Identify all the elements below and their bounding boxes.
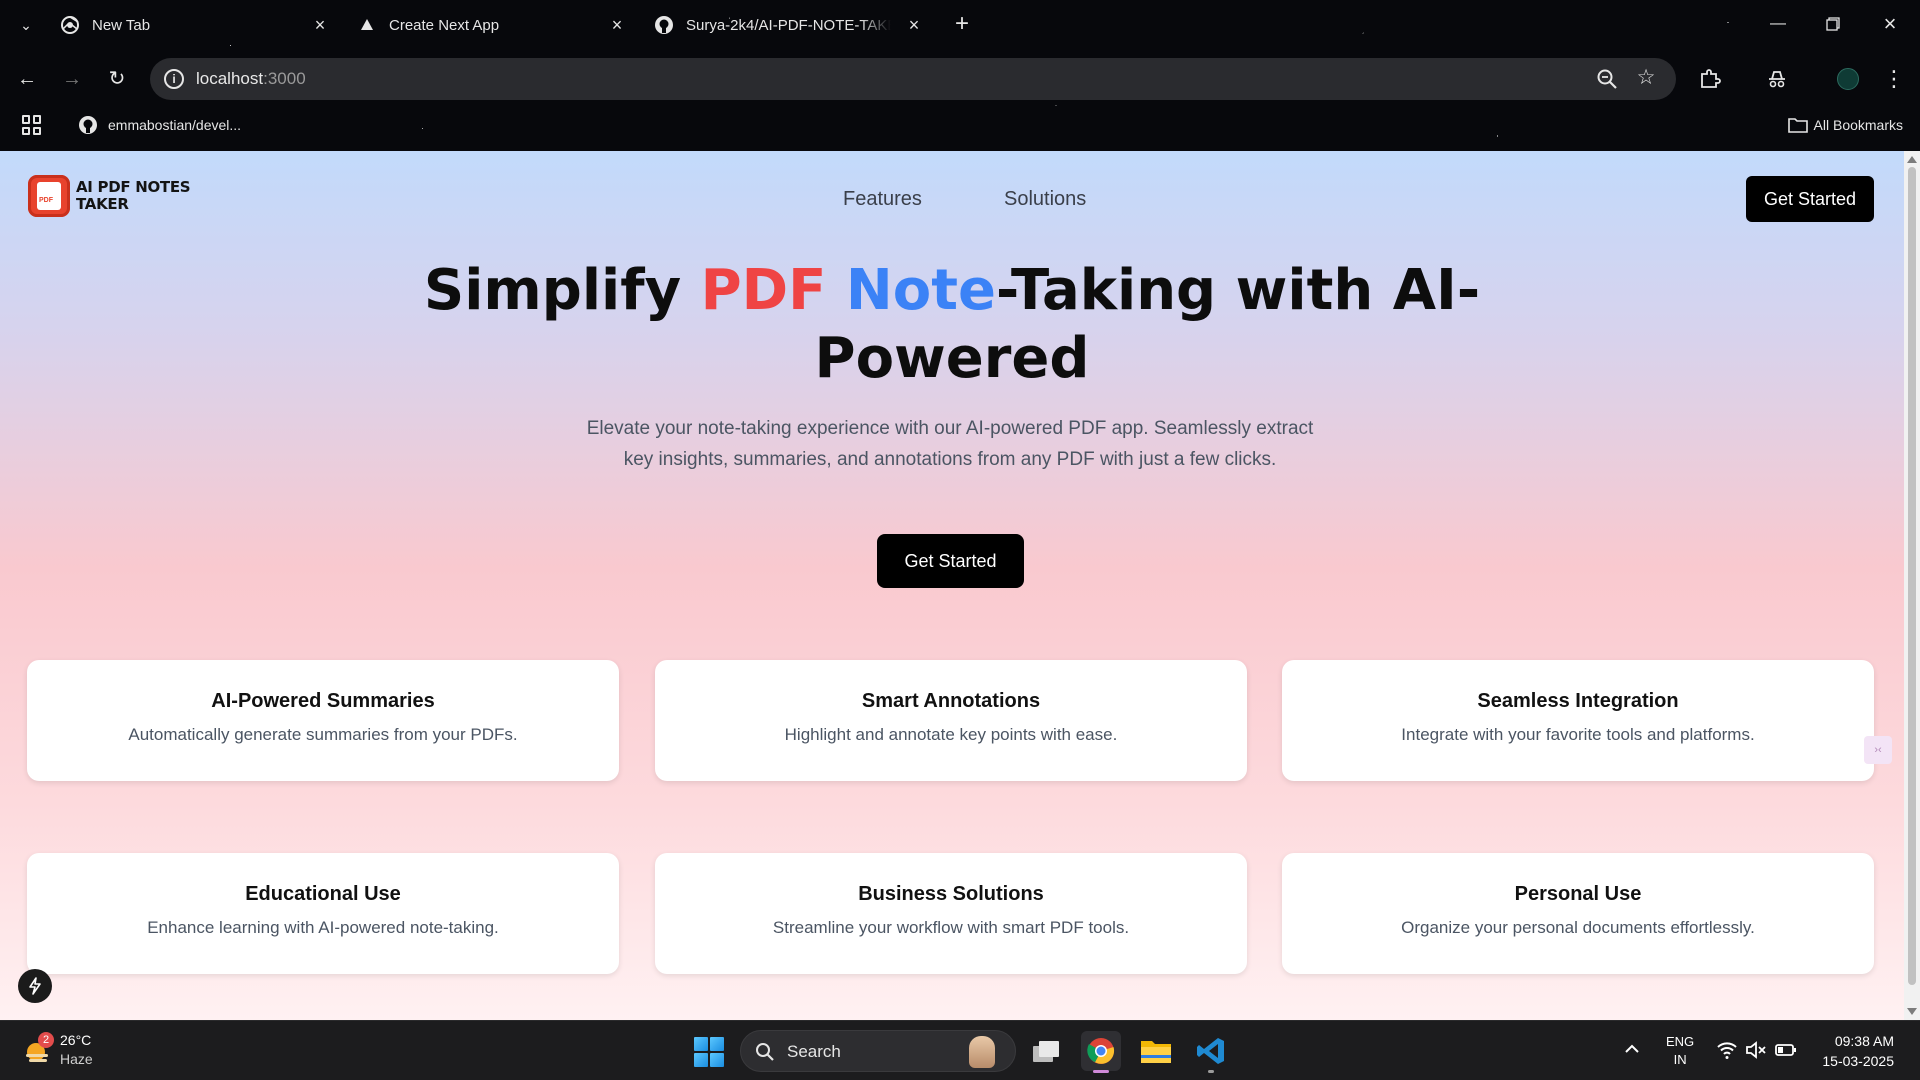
tab-github-repo[interactable]: Surya-2k4/AI-PDF-NOTE-TAKER × bbox=[654, 8, 924, 42]
bookmarks-bar: emmabostian/devel... All Bookmarks bbox=[0, 106, 1920, 142]
pdf-logo-icon: PDF bbox=[28, 175, 70, 217]
search-icon bbox=[756, 1043, 774, 1061]
address-bar[interactable]: i localhost:3000 ☆ bbox=[150, 58, 1676, 100]
feature-card: Smart Annotations Highlight and annotate… bbox=[655, 660, 1247, 781]
bookmark-emmabostian[interactable]: emmabostian/devel... bbox=[78, 113, 241, 137]
feature-description: Automatically generate summaries from yo… bbox=[128, 725, 518, 744]
hero-get-started-button[interactable]: Get Started bbox=[877, 534, 1024, 588]
chevron-up-icon[interactable] bbox=[1622, 1039, 1642, 1059]
back-arrow-icon[interactable]: ← bbox=[14, 66, 40, 92]
close-icon[interactable]: × bbox=[310, 15, 330, 35]
minimize-icon[interactable]: — bbox=[1766, 12, 1790, 36]
open-app-indicator bbox=[1208, 1070, 1214, 1073]
feature-description: Streamline your workflow with smart PDF … bbox=[772, 918, 1130, 937]
close-icon[interactable]: × bbox=[904, 15, 924, 35]
chrome-icon bbox=[60, 15, 80, 35]
extensions-puzzle-icon[interactable] bbox=[1697, 66, 1723, 92]
profile-avatar[interactable] bbox=[1837, 68, 1859, 90]
logo-text: AI PDF NOTES TAKER bbox=[76, 178, 191, 213]
weather-condition: Haze bbox=[60, 1051, 93, 1067]
task-view-icon[interactable] bbox=[1026, 1031, 1066, 1071]
nav-solutions[interactable]: Solutions bbox=[1004, 188, 1086, 211]
weather-sun-icon: 2 bbox=[24, 1032, 54, 1064]
taskbar-search[interactable]: Search bbox=[740, 1030, 1016, 1072]
weather-badge: 2 bbox=[38, 1032, 54, 1048]
tab-new-tab[interactable]: New Tab × bbox=[60, 8, 330, 42]
file-explorer-icon[interactable] bbox=[1136, 1031, 1176, 1071]
more-menu-icon[interactable]: ⋮ bbox=[1881, 66, 1907, 92]
new-tab-plus-icon[interactable]: + bbox=[950, 12, 974, 38]
browser-chrome: ⌄ New Tab × Create Next App × Surya-2k4/… bbox=[0, 0, 1920, 151]
tab-label: Surya-2k4/AI-PDF-NOTE-TAKER bbox=[686, 16, 891, 34]
clock-time: 09:38 AM bbox=[1834, 1033, 1894, 1049]
folder-icon bbox=[1787, 118, 1808, 133]
feature-title: AI-Powered Summaries bbox=[211, 690, 435, 712]
feature-card: Business Solutions Streamline your workf… bbox=[655, 853, 1247, 974]
restore-icon[interactable] bbox=[1821, 12, 1845, 36]
feature-card: Educational Use Enhance learning with AI… bbox=[27, 853, 619, 974]
feature-title: Personal Use bbox=[1514, 883, 1642, 905]
feature-description: Highlight and annotate key points with e… bbox=[784, 725, 1118, 744]
header-get-started-button[interactable]: Get Started bbox=[1746, 176, 1874, 222]
close-icon[interactable]: × bbox=[607, 15, 627, 35]
feature-card: Seamless Integration Integrate with your… bbox=[1282, 660, 1874, 781]
triangle-icon bbox=[357, 15, 377, 35]
scroll-down-icon[interactable] bbox=[1907, 1008, 1917, 1015]
language-indicator[interactable]: ENG IN bbox=[1666, 1033, 1694, 1069]
incognito-icon[interactable] bbox=[1764, 66, 1790, 92]
weather-widget[interactable]: 2 26°C Haze bbox=[24, 1031, 93, 1069]
url-text[interactable]: localhost:3000 bbox=[196, 69, 306, 89]
browser-toolbar: ← → ↻ i localhost:3000 ☆ ⋮ bbox=[0, 56, 1920, 100]
volume-muted-icon[interactable] bbox=[1745, 1039, 1767, 1061]
tab-strip: ⌄ New Tab × Create Next App × Surya-2k4/… bbox=[0, 0, 1920, 50]
feature-title: Smart Annotations bbox=[861, 690, 1041, 712]
hero-title: Simplify PDF Note-Taking with AI-Powered bbox=[423, 258, 1481, 391]
site-logo[interactable]: PDF AI PDF NOTES TAKER bbox=[28, 175, 191, 217]
window-close-icon[interactable]: × bbox=[1878, 12, 1902, 36]
lightning-bolt-icon[interactable] bbox=[18, 969, 52, 1003]
github-icon bbox=[654, 15, 674, 35]
scrollbar-thumb[interactable] bbox=[1908, 167, 1916, 985]
tab-create-next-app[interactable]: Create Next App × bbox=[357, 8, 627, 42]
vscode-icon[interactable] bbox=[1191, 1031, 1231, 1073]
windows-taskbar: 2 26°C Haze Search ENG IN 09:38 AM 15-03… bbox=[0, 1020, 1920, 1080]
github-icon bbox=[79, 116, 97, 134]
collapse-arrows-icon[interactable]: ›‹ bbox=[1864, 736, 1892, 764]
feature-title: Business Solutions bbox=[858, 883, 1044, 905]
search-label: Search bbox=[787, 1042, 841, 1061]
page-viewport: PDF AI PDF NOTES TAKER Features Solution… bbox=[0, 151, 1904, 1020]
apps-grid-icon[interactable] bbox=[22, 115, 42, 135]
tab-search-chevron-icon[interactable]: ⌄ bbox=[14, 14, 38, 36]
feature-description: Organize your personal documents effortl… bbox=[1401, 918, 1755, 937]
reload-icon[interactable]: ↻ bbox=[104, 66, 130, 92]
active-app-indicator bbox=[1093, 1070, 1109, 1073]
system-clock[interactable]: 09:38 AM 15-03-2025 bbox=[1812, 1031, 1894, 1071]
bookmark-star-icon[interactable]: ☆ bbox=[1634, 66, 1658, 90]
scroll-up-icon[interactable] bbox=[1907, 156, 1917, 163]
feature-title: Educational Use bbox=[245, 883, 401, 905]
hero-description: Elevate your note-taking experience with… bbox=[586, 418, 1314, 470]
nav-features[interactable]: Features bbox=[843, 188, 922, 211]
site-info-icon[interactable]: i bbox=[164, 69, 184, 89]
all-bookmarks-label: All Bookmarks bbox=[1813, 117, 1903, 133]
clock-date: 15-03-2025 bbox=[1822, 1053, 1894, 1069]
bookmark-label: emmabostian/devel... bbox=[108, 117, 242, 133]
battery-icon[interactable] bbox=[1775, 1039, 1797, 1061]
chrome-taskbar-icon[interactable] bbox=[1081, 1031, 1121, 1073]
feature-title: Seamless Integration bbox=[1477, 690, 1679, 712]
feature-card: Personal Use Organize your personal docu… bbox=[1282, 853, 1874, 974]
wifi-icon[interactable] bbox=[1716, 1039, 1738, 1061]
temperature: 26°C bbox=[60, 1032, 92, 1048]
feature-description: Enhance learning with AI-powered note-ta… bbox=[147, 918, 499, 937]
forward-arrow-icon[interactable]: → bbox=[59, 66, 85, 92]
tab-label: New Tab bbox=[92, 16, 151, 34]
search-highlight-image bbox=[969, 1036, 995, 1068]
feature-card: AI-Powered Summaries Automatically gener… bbox=[27, 660, 619, 781]
windows-start-icon[interactable] bbox=[694, 1037, 724, 1067]
page-scrollbar[interactable] bbox=[1904, 151, 1920, 1020]
tab-label: Create Next App bbox=[389, 16, 500, 34]
zoom-icon[interactable] bbox=[1596, 68, 1618, 90]
feature-description: Integrate with your favorite tools and p… bbox=[1401, 725, 1755, 744]
all-bookmarks-button[interactable]: All Bookmarks bbox=[1787, 113, 1903, 137]
